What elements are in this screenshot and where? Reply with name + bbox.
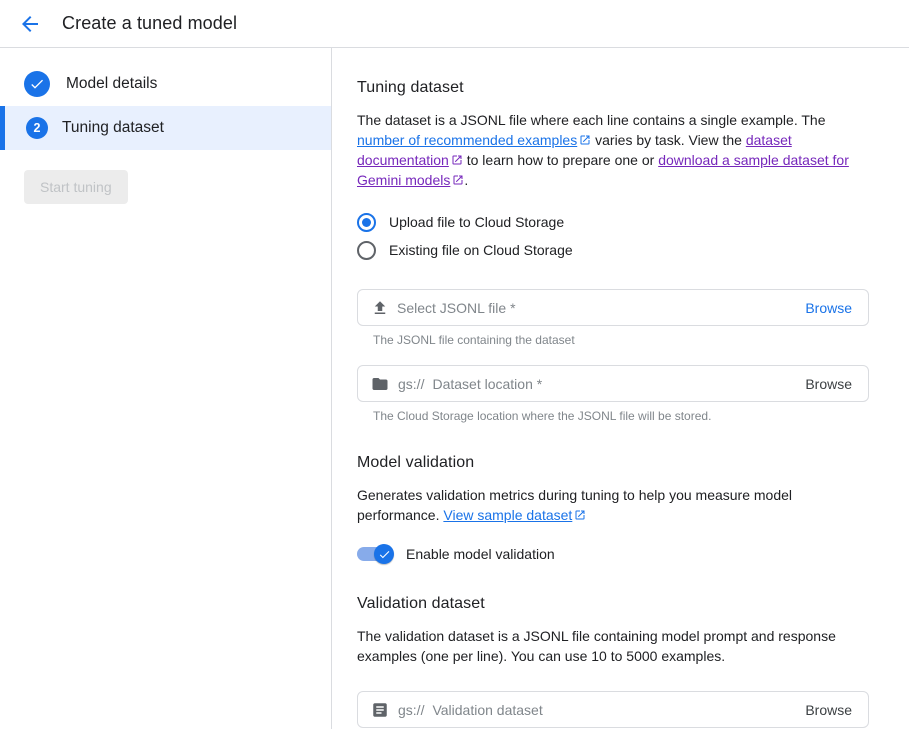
page-title: Create a tuned model	[62, 13, 237, 34]
browse-location-button[interactable]: Browse	[805, 376, 852, 392]
tuning-dataset-description: The dataset is a JSONL file where each l…	[357, 110, 869, 190]
radio-upload-file[interactable]: Upload file to Cloud Storage	[357, 208, 872, 236]
validation-dataset-heading: Validation dataset	[357, 595, 872, 613]
model-validation-description: Generates validation metrics during tuni…	[357, 485, 869, 525]
link-text: View sample dataset	[443, 507, 572, 523]
select-jsonl-file-field[interactable]: Select JSONL file * Browse	[357, 289, 869, 326]
validation-dataset-description: The validation dataset is a JSONL file c…	[357, 626, 869, 666]
description-text: .	[464, 172, 468, 188]
step-label: Model details	[66, 75, 157, 93]
dataset-location-field[interactable]: gs:// Dataset location * Browse	[357, 365, 869, 402]
link-text: number of recommended examples	[357, 132, 577, 148]
toggle-label: Enable model validation	[406, 546, 555, 562]
start-tuning-button[interactable]: Start tuning	[24, 170, 128, 204]
upload-icon	[371, 299, 389, 317]
main-content: Tuning dataset The dataset is a JSONL fi…	[332, 48, 872, 729]
description-text: varies by task. View the	[591, 132, 746, 148]
tuning-dataset-heading: Tuning dataset	[357, 79, 872, 97]
recommended-examples-link[interactable]: number of recommended examples	[357, 132, 591, 148]
step-number-badge: 2	[26, 117, 48, 139]
jsonl-helper-text: The JSONL file containing the dataset	[373, 333, 872, 347]
description-text: The dataset is a JSONL file where each l…	[357, 112, 825, 128]
step-tuning-dataset[interactable]: 2 Tuning dataset	[0, 106, 331, 150]
back-arrow-icon[interactable]	[18, 12, 42, 36]
gs-prefix: gs://	[398, 702, 424, 718]
gs-prefix: gs://	[398, 376, 424, 392]
browse-jsonl-button[interactable]: Browse	[805, 300, 852, 316]
article-icon	[371, 701, 389, 719]
location-helper-text: The Cloud Storage location where the JSO…	[373, 409, 872, 423]
field-placeholder: Dataset location *	[432, 376, 793, 392]
toggle-thumb-check-icon	[374, 544, 394, 564]
field-placeholder: Validation dataset	[432, 702, 793, 718]
radio-unselected-icon[interactable]	[357, 241, 376, 260]
folder-icon	[371, 375, 389, 393]
field-placeholder: Select JSONL file *	[397, 300, 793, 316]
radio-label: Existing file on Cloud Storage	[389, 242, 573, 258]
step-model-details[interactable]: Model details	[0, 62, 331, 106]
model-validation-toggle[interactable]	[357, 544, 394, 564]
radio-label: Upload file to Cloud Storage	[389, 214, 564, 230]
radio-selected-icon[interactable]	[357, 213, 376, 232]
radio-existing-file[interactable]: Existing file on Cloud Storage	[357, 236, 872, 264]
external-link-icon	[451, 151, 463, 163]
view-sample-dataset-link[interactable]: View sample dataset	[443, 507, 586, 523]
model-validation-heading: Model validation	[357, 454, 872, 472]
enable-model-validation-row: Enable model validation	[357, 544, 872, 564]
steps-sidebar: Model details 2 Tuning dataset Start tun…	[0, 48, 332, 729]
external-link-icon	[452, 171, 464, 183]
step-completed-check-icon	[24, 71, 50, 97]
external-link-icon	[579, 131, 591, 143]
browse-validation-button[interactable]: Browse	[805, 702, 852, 718]
description-text: to learn how to prepare one or	[463, 152, 658, 168]
step-label: Tuning dataset	[62, 119, 164, 137]
validation-dataset-field[interactable]: gs:// Validation dataset Browse	[357, 691, 869, 728]
external-link-icon	[574, 506, 586, 518]
upload-source-radio-group: Upload file to Cloud Storage Existing fi…	[357, 208, 872, 264]
page-header: Create a tuned model	[0, 0, 909, 48]
